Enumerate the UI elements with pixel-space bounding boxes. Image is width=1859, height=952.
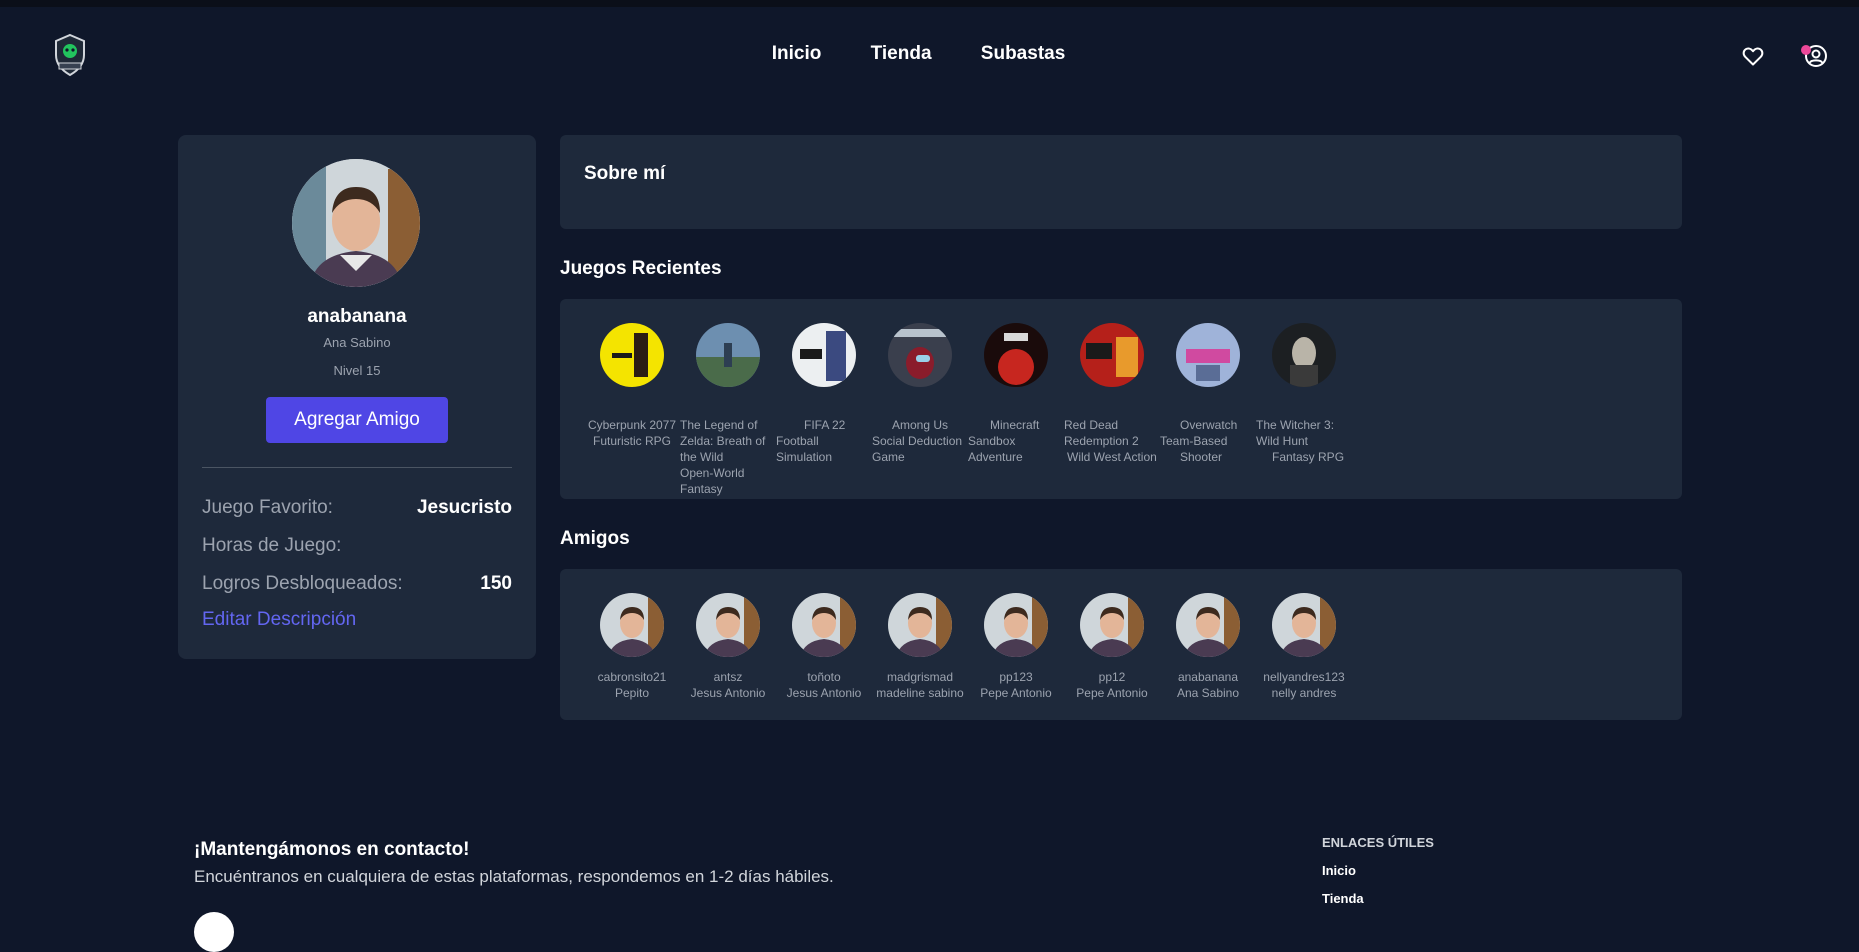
- game-caption: Red Dead Redemption 2 Wild West Action: [1064, 418, 1157, 464]
- friend-avatar: [1272, 593, 1336, 657]
- footer-subtitle: Encuéntranos en cualquiera de estas plat…: [194, 867, 834, 886]
- profile-username: anabanana: [307, 306, 407, 327]
- game-thumbnail: [1272, 323, 1336, 387]
- social-icon[interactable]: [194, 912, 234, 952]
- friend-caption: antsz Jesus Antonio: [690, 670, 766, 700]
- friend-avatar: [984, 593, 1048, 657]
- friend-avatar: [600, 593, 664, 657]
- top-strip: [0, 0, 1859, 7]
- game-thumbnail: [792, 323, 856, 387]
- navbar: Inicio Tienda Subastas: [0, 7, 1859, 103]
- game-caption: The Legend of Zelda: Breath of the Wild Ope…: [680, 418, 766, 496]
- stat-label: Horas de Juego:: [202, 535, 342, 556]
- friend-avatar: [696, 593, 760, 657]
- game-caption: Minecraft Sandbox Adventure: [968, 418, 1040, 464]
- nav-link-inicio[interactable]: Inicio: [772, 43, 822, 65]
- game-caption: Cyberpunk 2077 Futuristic RPG: [587, 418, 677, 448]
- stat-achievements: Logros Desbloqueados: 150: [202, 573, 512, 599]
- nav-link-subastas[interactable]: Subastas: [981, 43, 1065, 65]
- game-thumbnail: [984, 323, 1048, 387]
- friend-caption: anabanana Ana Sabino: [1176, 670, 1240, 700]
- friends-title: Amigos: [560, 528, 630, 549]
- edit-description-link[interactable]: Editar Descripción: [202, 609, 356, 631]
- friend-caption: madgrismad madeline sabino: [876, 670, 964, 700]
- game-thumbnail: [696, 323, 760, 387]
- friends-card: cabronsito21 Pepito antsz Jesus Antonio to…: [560, 569, 1682, 720]
- profile-divider: [202, 467, 512, 468]
- notification-dot: [1801, 45, 1811, 55]
- game-caption: FIFA 22 Football Simulation: [776, 418, 846, 464]
- friend-caption: pp12 Pepe Antonio: [1076, 670, 1148, 700]
- stat-play-hours: Horas de Juego:: [202, 535, 512, 561]
- footer-title: ¡Mantengámonos en contacto!: [194, 839, 470, 860]
- stat-value: 150: [480, 573, 512, 594]
- game-thumbnail: [1176, 323, 1240, 387]
- footer-link-inicio[interactable]: Inicio: [1322, 863, 1356, 878]
- game-caption: Overwatch Team-Based Shooter: [1160, 418, 1238, 464]
- profile-full-name: Ana Sabino: [323, 335, 391, 350]
- main-nav: Inicio Tienda Subastas: [0, 43, 1859, 65]
- game-caption: The Witcher 3: Wild Hunt Fantasy RPG: [1256, 418, 1345, 464]
- stat-value: Jesucristo: [416, 497, 512, 518]
- profile-avatar: [292, 159, 420, 287]
- useful-links-heading: ENLACES ÚTILES: [1322, 835, 1434, 850]
- stat-label: Logros Desbloqueados:: [202, 573, 403, 594]
- friend-caption: toñoto Jesus Antonio: [786, 670, 862, 700]
- heart-icon[interactable]: [1741, 44, 1765, 68]
- stat-favorite-game: Juego Favorito: Jesucristo: [202, 497, 512, 523]
- profile-level: Nivel 15: [333, 363, 381, 378]
- stat-label: Juego Favorito:: [202, 497, 333, 518]
- friend-avatar: [1176, 593, 1240, 657]
- about-title: Sobre mí: [584, 163, 666, 184]
- game-thumbnail: [600, 323, 664, 387]
- friend-avatar: [888, 593, 952, 657]
- game-thumbnail: [1080, 323, 1144, 387]
- footer-link-tienda[interactable]: Tienda: [1322, 891, 1364, 906]
- game-thumbnail: [888, 323, 952, 387]
- game-caption: Among Us Social Deduction Game: [872, 418, 963, 464]
- nav-link-tienda[interactable]: Tienda: [871, 43, 932, 65]
- friend-caption: cabronsito21 Pepito: [597, 670, 667, 700]
- recent-games-card: Cyberpunk 2077 Futuristic RPG The Legend …: [560, 299, 1682, 499]
- about-card: Sobre mí: [560, 135, 1682, 229]
- friend-avatar: [1080, 593, 1144, 657]
- friend-avatar: [792, 593, 856, 657]
- friend-caption: nellyandres123 nelly andres: [1263, 670, 1345, 700]
- add-friend-button[interactable]: Agregar Amigo: [266, 397, 448, 443]
- recent-games-title: Juegos Recientes: [560, 258, 722, 279]
- friend-caption: pp123 Pepe Antonio: [980, 670, 1052, 700]
- profile-card: anabanana Ana Sabino Nivel 15 Agregar Am…: [178, 135, 536, 659]
